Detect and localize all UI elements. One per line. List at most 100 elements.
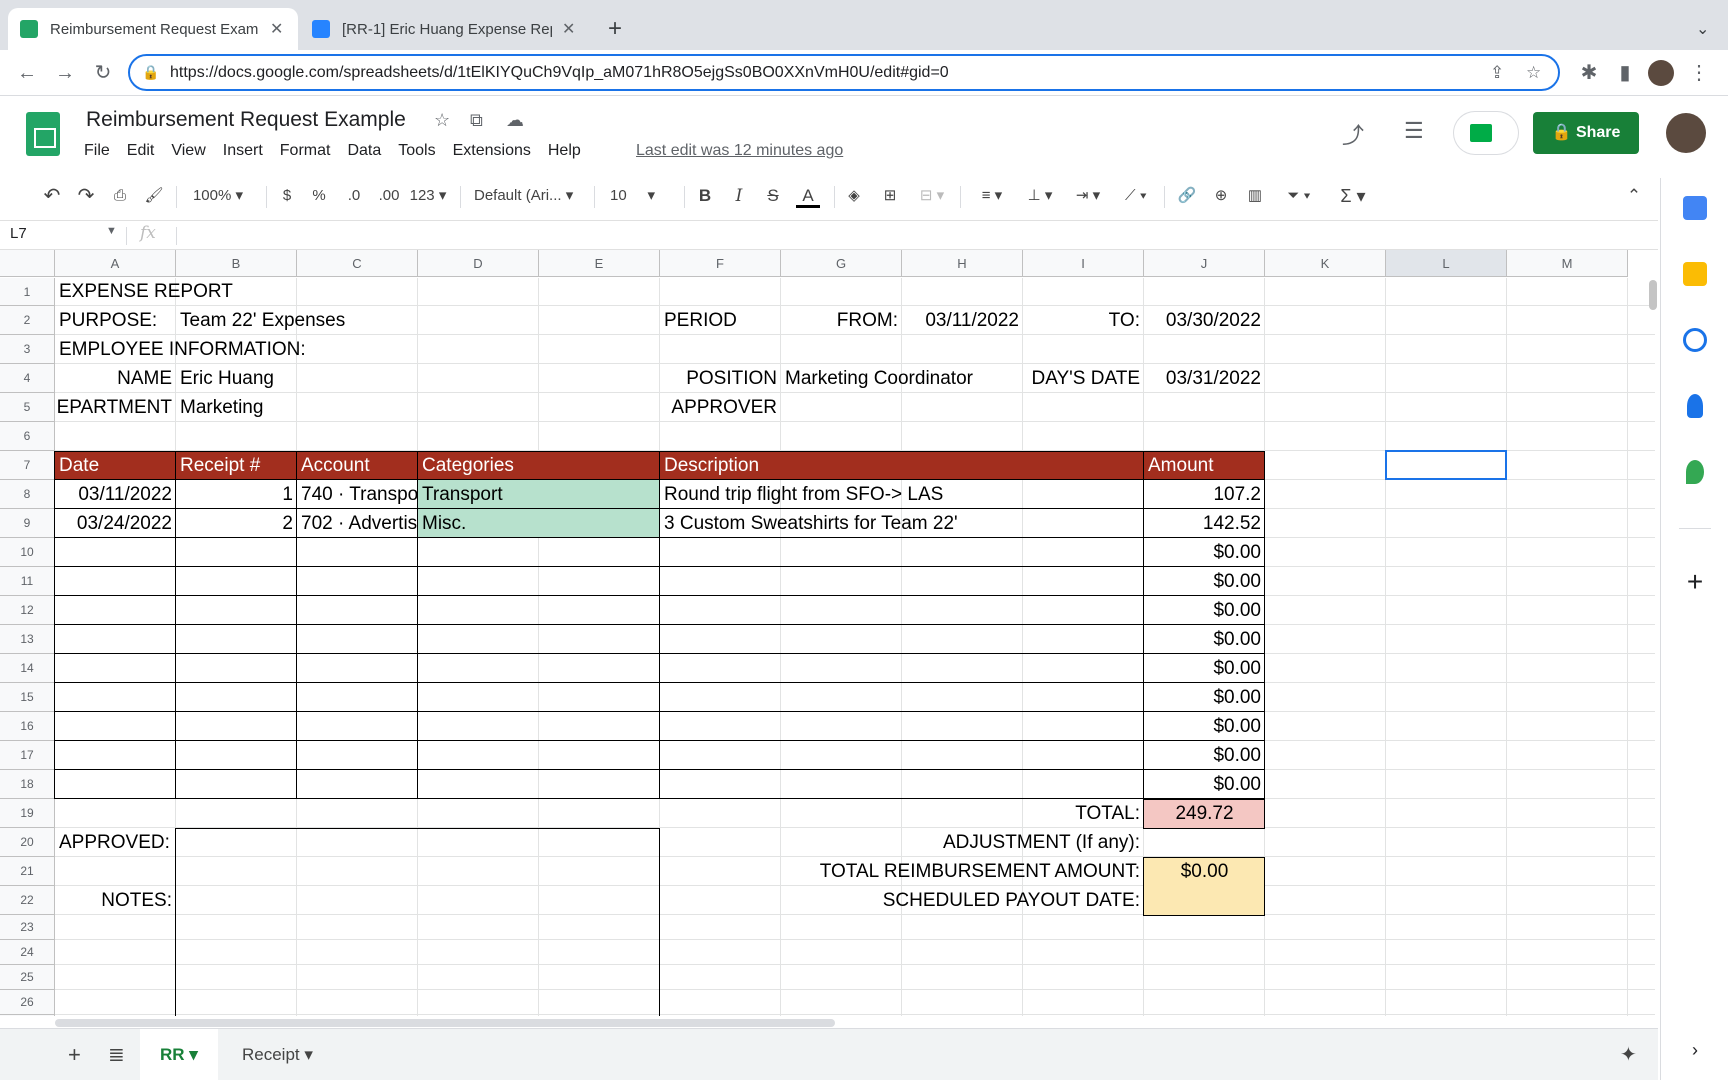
- account-avatar[interactable]: [1666, 113, 1706, 153]
- row-header-17[interactable]: 17: [0, 741, 55, 770]
- row-header-4[interactable]: 4: [0, 364, 55, 393]
- cell-position-label[interactable]: POSITION: [660, 364, 781, 393]
- table-header-account[interactable]: Account: [297, 451, 418, 480]
- row-header-22[interactable]: 22: [0, 886, 55, 915]
- row-header-25[interactable]: 25: [0, 965, 55, 990]
- row-header-15[interactable]: 15: [0, 683, 55, 712]
- url-input[interactable]: 🔒 https://docs.google.com/spreadsheets/d…: [128, 54, 1560, 91]
- calendar-icon[interactable]: [1683, 196, 1707, 220]
- cell-name-value[interactable]: Eric Huang: [176, 364, 539, 393]
- column-header-i[interactable]: I: [1023, 250, 1144, 277]
- cell-total-reimbursement-label[interactable]: TOTAL REIMBURSEMENT AMOUNT:: [660, 857, 1144, 886]
- keep-icon[interactable]: [1683, 262, 1707, 286]
- browser-menu-icon[interactable]: ⋮: [1684, 58, 1714, 88]
- expense-date[interactable]: 03/24/2022: [55, 509, 176, 538]
- cell-total-value[interactable]: 249.72: [1144, 799, 1265, 828]
- column-header-c[interactable]: C: [297, 250, 418, 277]
- menu-tools[interactable]: Tools: [398, 142, 435, 160]
- all-sheets-list-icon[interactable]: ≣: [88, 1029, 145, 1081]
- expense-amount-empty[interactable]: $0.00: [1144, 567, 1265, 596]
- cell-total-reimbursement-value[interactable]: $0.00: [1144, 857, 1265, 886]
- expense-amount-empty[interactable]: $0.00: [1144, 683, 1265, 712]
- contacts-icon[interactable]: [1687, 394, 1703, 418]
- expense-receipt[interactable]: 1: [176, 480, 297, 509]
- expense-amount-empty[interactable]: $0.00: [1144, 654, 1265, 683]
- cell-purpose-label[interactable]: PURPOSE:: [55, 306, 176, 335]
- browser-tab-sheets[interactable]: Reimbursement Request Exam ✕: [8, 8, 298, 50]
- vertical-align-icon[interactable]: ⊥ ▾: [1020, 184, 1060, 208]
- table-header-categories[interactable]: Categories: [418, 451, 660, 480]
- font-family-select[interactable]: Default (Ari... ▾: [474, 184, 584, 208]
- menu-format[interactable]: Format: [280, 142, 331, 160]
- cell-notes-label[interactable]: NOTES:: [55, 886, 176, 915]
- column-header-e[interactable]: E: [539, 250, 660, 277]
- expense-amount-empty[interactable]: $0.00: [1144, 625, 1265, 654]
- star-icon[interactable]: ☆: [434, 110, 450, 131]
- last-edit-link[interactable]: Last edit was 12 minutes ago: [636, 142, 843, 160]
- cell-to-value[interactable]: 03/30/2022: [1144, 306, 1265, 335]
- reload-icon[interactable]: ↻: [88, 58, 118, 88]
- column-header-d[interactable]: D: [418, 250, 539, 277]
- expense-description[interactable]: Round trip flight from SFO-> LAS: [660, 480, 1144, 509]
- maps-icon[interactable]: [1686, 460, 1704, 484]
- cell-purpose-value[interactable]: Team 22' Expenses: [176, 306, 539, 335]
- expense-amount-empty[interactable]: $0.00: [1144, 712, 1265, 741]
- back-arrow-icon[interactable]: ←: [12, 58, 42, 88]
- percent-format-button[interactable]: %: [310, 184, 328, 208]
- name-box[interactable]: L7 ▼: [10, 225, 117, 242]
- show-side-panel-chevron-icon[interactable]: ›: [1683, 1040, 1707, 1064]
- column-header-l[interactable]: L: [1386, 250, 1507, 277]
- text-wrap-icon[interactable]: ⇥ ▾: [1068, 184, 1108, 208]
- row-header-8[interactable]: 8: [0, 480, 55, 509]
- get-addons-plus-icon[interactable]: +: [1683, 568, 1707, 596]
- meet-button[interactable]: [1454, 112, 1518, 154]
- row-header-6[interactable]: 6: [0, 422, 55, 451]
- row-header-24[interactable]: 24: [0, 940, 55, 965]
- tab-search-chevron-icon[interactable]: ⌄: [1684, 8, 1721, 50]
- column-header-j[interactable]: J: [1144, 250, 1265, 277]
- borders-icon[interactable]: ⊞: [878, 184, 902, 208]
- sheet-tab-rr[interactable]: RR ▾: [140, 1029, 218, 1081]
- expense-account[interactable]: 740 · Transpo: [297, 480, 418, 509]
- expense-amount-empty[interactable]: $0.00: [1144, 741, 1265, 770]
- cell-from-value[interactable]: 03/11/2022: [902, 306, 1023, 335]
- row-header-14[interactable]: 14: [0, 654, 55, 683]
- column-header-m[interactable]: M: [1507, 250, 1628, 277]
- move-folder-icon[interactable]: ⧉: [470, 110, 483, 131]
- currency-format-button[interactable]: $: [278, 184, 296, 208]
- row-header-5[interactable]: 5: [0, 393, 55, 422]
- column-header-b[interactable]: B: [176, 250, 297, 277]
- vertical-scrollbar[interactable]: [1649, 280, 1657, 310]
- expense-account[interactable]: 702 · Advertis: [297, 509, 418, 538]
- row-header-20[interactable]: 20: [0, 828, 55, 857]
- row-header-27[interactable]: 27: [0, 1015, 55, 1016]
- close-tab-icon[interactable]: ✕: [562, 19, 575, 39]
- row-header-3[interactable]: 3: [0, 335, 55, 364]
- row-header-26[interactable]: 26: [0, 990, 55, 1015]
- cell-todays-date-label[interactable]: DAY'S DATE: [1023, 364, 1144, 393]
- cell-expense-report-title[interactable]: EXPENSE REPORT: [55, 278, 539, 306]
- cell-approved-label[interactable]: APPROVED:: [55, 828, 176, 857]
- row-header-13[interactable]: 13: [0, 625, 55, 654]
- cell-from-label[interactable]: FROM:: [781, 306, 902, 335]
- column-header-f[interactable]: F: [660, 250, 781, 277]
- column-header-h[interactable]: H: [902, 250, 1023, 277]
- insert-comment-icon[interactable]: ⊕: [1208, 184, 1234, 208]
- expense-amount-empty[interactable]: $0.00: [1144, 770, 1265, 799]
- table-header-description[interactable]: Description: [660, 451, 1144, 480]
- column-header-k[interactable]: K: [1265, 250, 1386, 277]
- expense-amount-empty[interactable]: $0.00: [1144, 596, 1265, 625]
- expense-date[interactable]: 03/11/2022: [55, 480, 176, 509]
- select-all-corner[interactable]: [0, 250, 55, 277]
- table-header-amount[interactable]: Amount: [1144, 451, 1265, 480]
- insert-chart-icon[interactable]: ▥: [1242, 184, 1268, 208]
- expense-category[interactable]: Misc.: [418, 509, 660, 538]
- bold-button[interactable]: B: [696, 184, 714, 208]
- row-header-18[interactable]: 18: [0, 770, 55, 799]
- column-header-g[interactable]: G: [781, 250, 902, 277]
- table-header-receipt[interactable]: Receipt #: [176, 451, 297, 480]
- row-header-10[interactable]: 10: [0, 538, 55, 567]
- row-header-23[interactable]: 23: [0, 915, 55, 940]
- cell-todays-date-value[interactable]: 03/31/2022: [1144, 364, 1265, 393]
- merge-cells-icon[interactable]: ⊟ ▾: [912, 184, 952, 208]
